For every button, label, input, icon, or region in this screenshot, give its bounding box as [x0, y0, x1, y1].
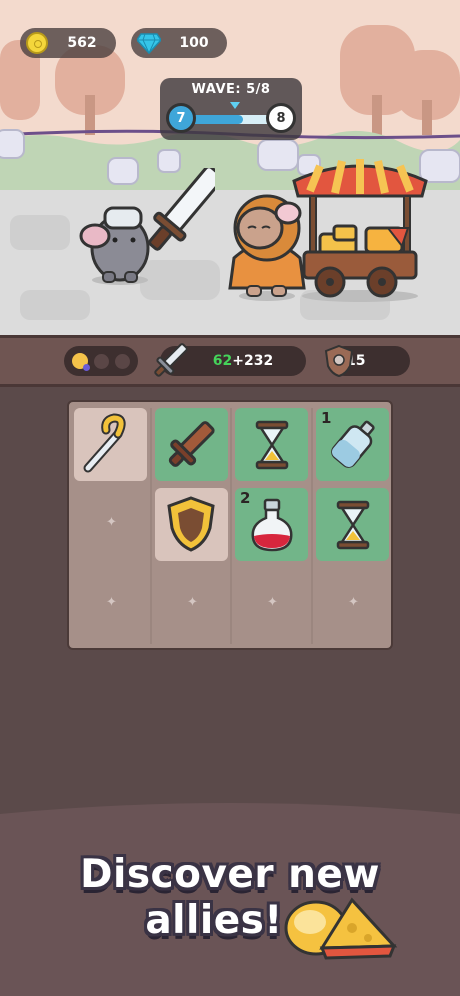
wave-marker-icon	[230, 102, 240, 109]
empty-inventory-slot[interactable]: ✦	[155, 568, 228, 641]
knight-mouse-character[interactable]	[75, 168, 215, 293]
gem-counter: 100	[131, 28, 227, 58]
grid-divider	[230, 408, 232, 644]
sparkle-icon: ✦	[267, 595, 278, 610]
coin-counter: 562	[20, 28, 116, 58]
cheese-cart[interactable]	[290, 156, 432, 306]
gem-amount: 100	[179, 35, 209, 51]
next-wave-badge: 8	[266, 103, 296, 133]
defense-stat: 15	[324, 344, 410, 378]
promo-banner: Discover new allies!	[0, 800, 460, 996]
empty-inventory-slot[interactable]: ✦	[235, 568, 308, 641]
crook-staff-icon	[83, 413, 126, 473]
empty-slot-dot	[115, 353, 130, 369]
inventory-slot[interactable]: 1	[316, 408, 389, 481]
stats-bar: 62+232 15	[0, 335, 460, 387]
inventory-slot[interactable]	[235, 408, 308, 481]
inventory-grid: 1 ✦ 2 ✦ ✦ ✦ ✦	[67, 400, 393, 650]
sparkle-icon: ✦	[106, 595, 117, 610]
hourglass-icon	[255, 420, 289, 470]
empty-slot-dot	[94, 353, 109, 369]
wave-progress-panel: WAVE: 5/8 7 8	[160, 78, 302, 140]
sparkle-icon: ✦	[348, 595, 359, 610]
empty-inventory-slot[interactable]: ✦	[74, 568, 147, 641]
cheese-slot-icon	[72, 353, 90, 371]
inventory-slot[interactable]: 2	[235, 488, 308, 561]
attack-stat: 62+232	[154, 343, 306, 377]
empty-inventory-slot[interactable]: ✦	[74, 488, 147, 561]
cheese-slots	[64, 346, 138, 376]
gold-shield-icon	[167, 496, 215, 552]
attack-base-value: 62	[212, 353, 233, 369]
inventory-slot[interactable]	[74, 408, 147, 481]
sparkle-icon: ✦	[106, 515, 117, 530]
item-count: 1	[321, 409, 332, 427]
current-wave-badge: 7	[166, 103, 196, 133]
grid-divider	[311, 408, 313, 644]
sparkle-icon: ✦	[187, 595, 198, 610]
sword-icon	[152, 342, 188, 384]
inventory-slot[interactable]	[155, 408, 228, 481]
item-count: 2	[240, 489, 251, 507]
shield-icon	[324, 344, 354, 382]
wooden-sword-icon	[168, 421, 215, 467]
inventory-slot[interactable]	[155, 488, 228, 561]
hourglass-icon	[336, 500, 370, 550]
cheese-icon	[284, 897, 398, 960]
inventory-slot[interactable]	[316, 488, 389, 561]
attack-bonus-value: +232	[232, 353, 274, 369]
diamond-icon	[136, 32, 162, 55]
coin-icon	[26, 32, 48, 54]
empty-inventory-slot[interactable]: ✦	[316, 568, 389, 641]
grid-divider	[150, 408, 152, 644]
coin-amount: 562	[67, 35, 97, 51]
wave-title: WAVE: 5/8	[191, 82, 271, 97]
